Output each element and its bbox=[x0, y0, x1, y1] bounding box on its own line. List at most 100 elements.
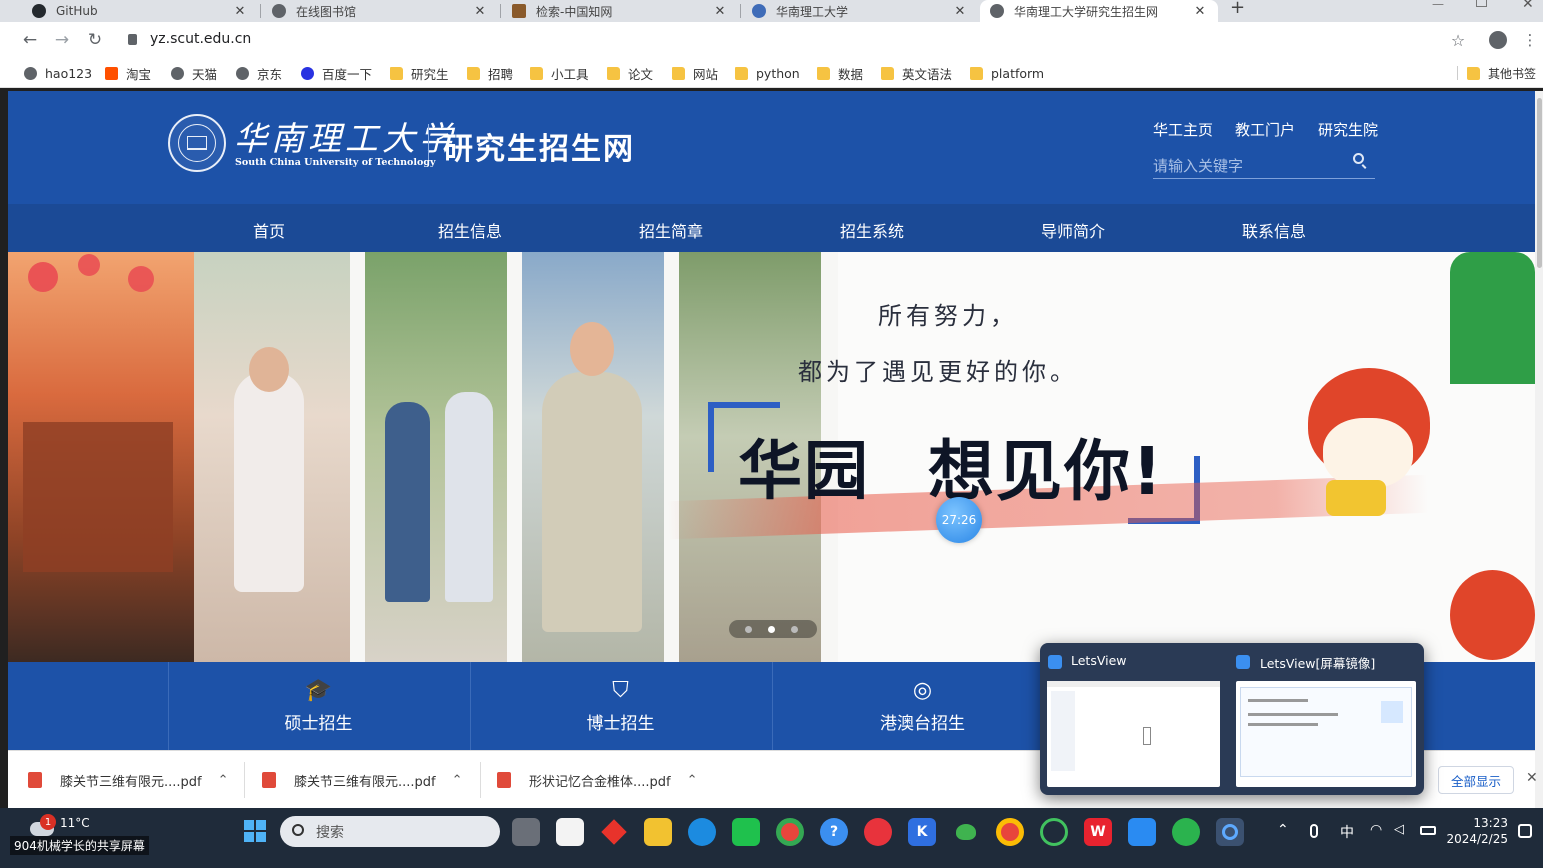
app-circle-icon[interactable] bbox=[1040, 818, 1068, 846]
tab-scut-yz[interactable]: 华南理工大学研究生招生网 ✕ bbox=[980, 0, 1218, 22]
bookmark-star-icon[interactable]: ☆ bbox=[1446, 28, 1470, 52]
nav-brochure[interactable]: 招生简章 bbox=[611, 218, 731, 242]
bookmark-folder-data[interactable]: 数据 bbox=[817, 64, 863, 82]
letsview-taskbar-icon[interactable] bbox=[1216, 818, 1244, 846]
link-staff-portal[interactable]: 教工门户 bbox=[1235, 119, 1295, 140]
close-icon[interactable]: ✕ bbox=[232, 4, 248, 19]
preview-thumbnail-letsview[interactable] bbox=[1047, 681, 1220, 787]
quick-doctor-admission[interactable]: ⛉ 博士招生 bbox=[470, 662, 770, 750]
app-red-diamond-icon[interactable] bbox=[600, 818, 628, 846]
bookmark-baidu[interactable]: 百度一下 bbox=[301, 64, 372, 82]
help-icon[interactable]: ? bbox=[820, 818, 848, 846]
tab-scut[interactable]: 华南理工大学 ✕ bbox=[742, 0, 978, 22]
forward-icon[interactable]: → bbox=[50, 28, 74, 52]
volume-icon[interactable]: ◁ bbox=[1394, 822, 1404, 837]
chrome-icon[interactable] bbox=[996, 818, 1024, 846]
tab-github[interactable]: GitHub ✕ bbox=[22, 0, 258, 22]
reload-icon[interactable]: ↻ bbox=[83, 28, 107, 52]
app-green-icon[interactable] bbox=[732, 818, 760, 846]
notification-icon[interactable] bbox=[1518, 824, 1532, 838]
nav-contact[interactable]: 联系信息 bbox=[1214, 218, 1334, 242]
site-search-box[interactable]: 请输入关键字 bbox=[1153, 150, 1375, 179]
preview-title[interactable]: LetsView[屏幕镜像] bbox=[1260, 653, 1375, 672]
search-icon[interactable] bbox=[1353, 153, 1364, 164]
bookmark-folder-platform[interactable]: platform bbox=[970, 64, 1044, 82]
link-graduate-school[interactable]: 研究生院 bbox=[1318, 119, 1378, 140]
ime-indicator[interactable]: 中 bbox=[1340, 822, 1354, 842]
chevron-up-icon[interactable]: ⌃ bbox=[218, 773, 229, 788]
tab-cnki[interactable]: 检索-中国知网 ✕ bbox=[502, 0, 738, 22]
site-search-input[interactable]: 请输入关键字 bbox=[1153, 155, 1243, 176]
close-icon[interactable]: ✕ bbox=[952, 4, 968, 19]
battery-icon[interactable] bbox=[1420, 826, 1436, 835]
task-view-icon[interactable] bbox=[512, 818, 540, 846]
wifi-icon[interactable]: ◠ bbox=[1370, 822, 1382, 838]
show-all-downloads-button[interactable]: 全部显示 bbox=[1438, 766, 1514, 794]
close-icon[interactable]: ✕ bbox=[712, 4, 728, 19]
minimize-icon[interactable]: — bbox=[1432, 0, 1444, 11]
menu-icon[interactable]: ⋮ bbox=[1518, 28, 1542, 52]
close-icon[interactable]: ✕ bbox=[472, 4, 488, 19]
link-scut-home[interactable]: 华工主页 bbox=[1153, 119, 1213, 140]
microphone-icon[interactable] bbox=[1310, 824, 1318, 838]
bookmark-folder-python[interactable]: python bbox=[735, 64, 800, 82]
store-icon[interactable] bbox=[556, 818, 584, 846]
bookmark-taobao[interactable]: 淘宝 bbox=[105, 64, 151, 82]
nav-admission-system[interactable]: 招生系统 bbox=[812, 218, 932, 242]
download-item[interactable]: 膝关节三维有限元....pdf ⌃ bbox=[262, 766, 463, 794]
bookmark-jd[interactable]: 京东 bbox=[236, 64, 282, 82]
quick-master-admission[interactable]: 🎓 硕士招生 bbox=[168, 662, 468, 750]
address-bar[interactable]: yz.scut.edu.cn bbox=[118, 26, 1488, 54]
back-icon[interactable]: ← bbox=[18, 28, 42, 52]
netease-music-icon[interactable] bbox=[864, 818, 892, 846]
bookmark-folder-jobs[interactable]: 招聘 bbox=[467, 64, 513, 82]
bookmark-other[interactable]: 其他书签 bbox=[1467, 64, 1536, 82]
app-k-icon[interactable]: K bbox=[908, 818, 936, 846]
file-explorer-icon[interactable] bbox=[644, 818, 672, 846]
new-tab-button[interactable]: + bbox=[1230, 0, 1245, 18]
windows-start-icon[interactable] bbox=[244, 820, 266, 842]
maximize-icon[interactable] bbox=[1476, 0, 1487, 7]
window-close-icon[interactable]: ✕ bbox=[1522, 0, 1534, 12]
bookmark-folder-tools[interactable]: 小工具 bbox=[530, 64, 589, 82]
carousel-dot[interactable] bbox=[791, 626, 798, 633]
close-icon[interactable]: ✕ bbox=[1192, 4, 1208, 19]
clock-time[interactable]: 13:23 bbox=[1466, 816, 1508, 830]
scrollbar-thumb[interactable] bbox=[1537, 98, 1542, 268]
bookmark-folder-grammar[interactable]: 英文语法 bbox=[881, 64, 952, 82]
preview-title[interactable]: LetsView bbox=[1071, 653, 1127, 668]
timer-bubble[interactable]: 27:26 bbox=[936, 497, 982, 543]
edge-icon[interactable] bbox=[688, 818, 716, 846]
app-bird-icon[interactable] bbox=[952, 818, 980, 846]
bookmark-tmall[interactable]: 天猫 bbox=[171, 64, 217, 82]
bookmark-hao123[interactable]: hao123 bbox=[24, 64, 92, 82]
hero-banner[interactable]: 所有努力， 都为了遇见更好的你。 华园 想见你! 27:26 bbox=[8, 252, 1535, 662]
nav-home[interactable]: 首页 bbox=[209, 218, 329, 242]
carousel-dot[interactable] bbox=[768, 626, 775, 633]
wps-icon[interactable]: W bbox=[1084, 818, 1112, 846]
preview-thumbnail-letsview-mirror[interactable] bbox=[1236, 681, 1416, 787]
close-download-bar-icon[interactable]: ✕ bbox=[1526, 770, 1538, 786]
chrome-icon[interactable] bbox=[776, 818, 804, 846]
weather-temp[interactable]: 11°C bbox=[60, 816, 90, 830]
wechat-icon[interactable] bbox=[1172, 818, 1200, 846]
carousel-dot[interactable] bbox=[745, 626, 752, 633]
bookmark-folder-sites[interactable]: 网站 bbox=[672, 64, 718, 82]
clock-date[interactable]: 2024/2/25 bbox=[1440, 832, 1508, 846]
bookmark-folder-graduate[interactable]: 研究生 bbox=[390, 64, 449, 82]
bookmark-label: 淘宝 bbox=[126, 66, 152, 82]
bookmark-folder-papers[interactable]: 论文 bbox=[607, 64, 653, 82]
download-item[interactable]: 膝关节三维有限元....pdf ⌃ bbox=[28, 766, 229, 794]
download-item[interactable]: 形状记忆合金椎体....pdf ⌃ bbox=[497, 766, 698, 794]
app-wave-icon[interactable] bbox=[1128, 818, 1156, 846]
tab-library[interactable]: 在线图书馆 ✕ bbox=[262, 0, 498, 22]
chevron-up-icon[interactable]: ⌃ bbox=[687, 773, 698, 788]
nav-admission-info[interactable]: 招生信息 bbox=[410, 218, 530, 242]
nav-supervisors[interactable]: 导师简介 bbox=[1013, 218, 1133, 242]
chevron-up-icon[interactable]: ⌃ bbox=[1277, 822, 1289, 838]
taskbar-search-box[interactable]: 搜索 bbox=[280, 816, 500, 847]
chevron-up-icon[interactable]: ⌃ bbox=[452, 773, 463, 788]
quick-hk-macau-taiwan[interactable]: ◎ 港澳台招生 bbox=[772, 662, 1072, 750]
profile-icon[interactable] bbox=[1486, 28, 1510, 52]
taskbar-search-input[interactable]: 搜索 bbox=[316, 822, 344, 842]
